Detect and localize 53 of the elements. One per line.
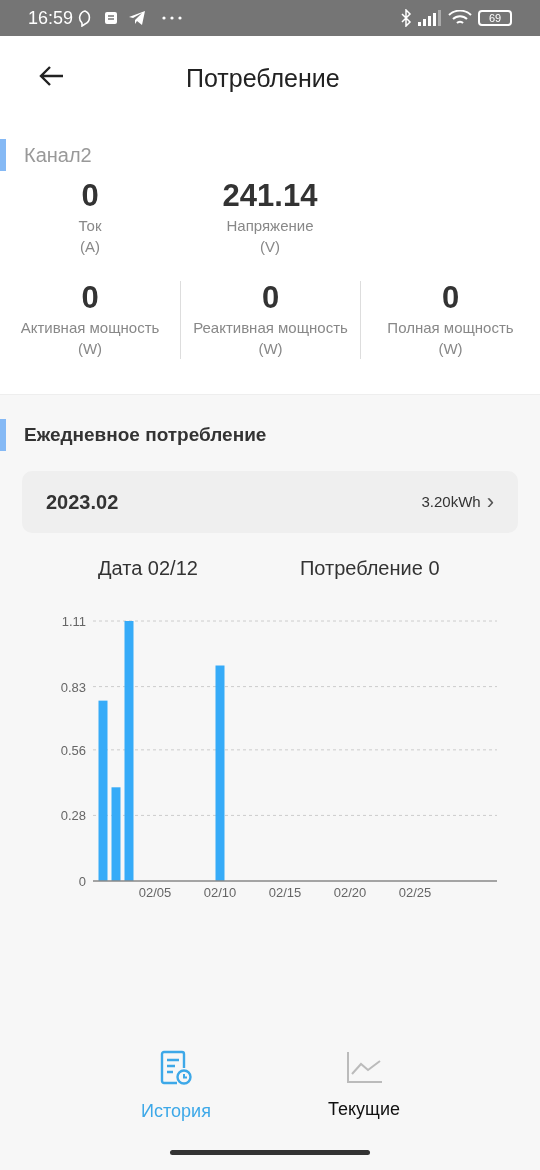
metric-value: 241.14: [222, 179, 318, 213]
document-clock-icon: [159, 1050, 193, 1086]
metric-unit: (W): [258, 339, 283, 359]
x-tick-label: 02/20: [333, 885, 367, 900]
bar[interactable]: [124, 621, 134, 881]
bar[interactable]: [111, 787, 121, 881]
metric-value: 0: [81, 281, 99, 315]
back-icon[interactable]: [38, 64, 64, 87]
line-chart-icon: [346, 1050, 382, 1084]
y-tick-label: 0: [78, 874, 86, 889]
metric-value: 0: [441, 281, 460, 315]
metric-label: Реактивная мощность: [193, 318, 348, 338]
x-tick-label: 02/05: [138, 885, 172, 900]
y-tick-label: 0.56: [60, 742, 86, 758]
battery-icon: 69: [478, 10, 512, 26]
y-tick-label: 0.83: [60, 679, 86, 695]
metric-label: Активная мощность: [20, 318, 160, 338]
page-title: Потребление: [186, 63, 340, 94]
wifi-icon: [448, 10, 472, 26]
channel-title: Канал2: [24, 143, 92, 168]
metric-label: Полная мощность: [387, 318, 514, 338]
accent-bar: [0, 139, 6, 171]
selected-date: Дата 02/12: [98, 556, 198, 579]
metric-unit: (W): [438, 339, 463, 359]
x-tick-label: 02/10: [203, 885, 237, 900]
status-time: 16:59: [28, 6, 74, 30]
bar[interactable]: [215, 665, 225, 881]
y-tick-label: 1.11: [61, 614, 86, 629]
month-selector[interactable]: 2023.02 3.20kWh ›: [22, 471, 518, 533]
metric-unit: (V): [260, 237, 280, 257]
bar[interactable]: [98, 700, 108, 881]
metric-unit: (W): [77, 339, 103, 359]
home-indicator[interactable]: [170, 1150, 370, 1155]
metric-value: 0: [261, 281, 280, 315]
metric-label: Ток: [78, 216, 102, 236]
bluetooth-icon: [400, 9, 412, 27]
metric-label: Напряжение: [226, 216, 314, 236]
x-tick-label: 02/15: [268, 885, 302, 900]
message-icon: [104, 11, 119, 25]
y-tick-label: 0.28: [60, 808, 86, 824]
section-title: Ежедневное потребление: [24, 422, 267, 447]
month-label: 2023.02: [46, 490, 119, 515]
chevron-icon: ›: [486, 491, 494, 513]
more-icon: [162, 16, 183, 20]
selected-consumption: Потребление 0: [299, 556, 440, 579]
telegram-icon: [128, 10, 147, 26]
nav-tab[interactable]: Текущие: [299, 1050, 429, 1150]
metric-value: 0: [81, 179, 99, 213]
signal-icon: [418, 10, 442, 26]
accent-bar: [0, 419, 6, 451]
month-total: 3.20kWh: [421, 491, 481, 512]
metric-unit: (A): [80, 237, 100, 257]
x-tick-label: 02/25: [398, 885, 432, 900]
